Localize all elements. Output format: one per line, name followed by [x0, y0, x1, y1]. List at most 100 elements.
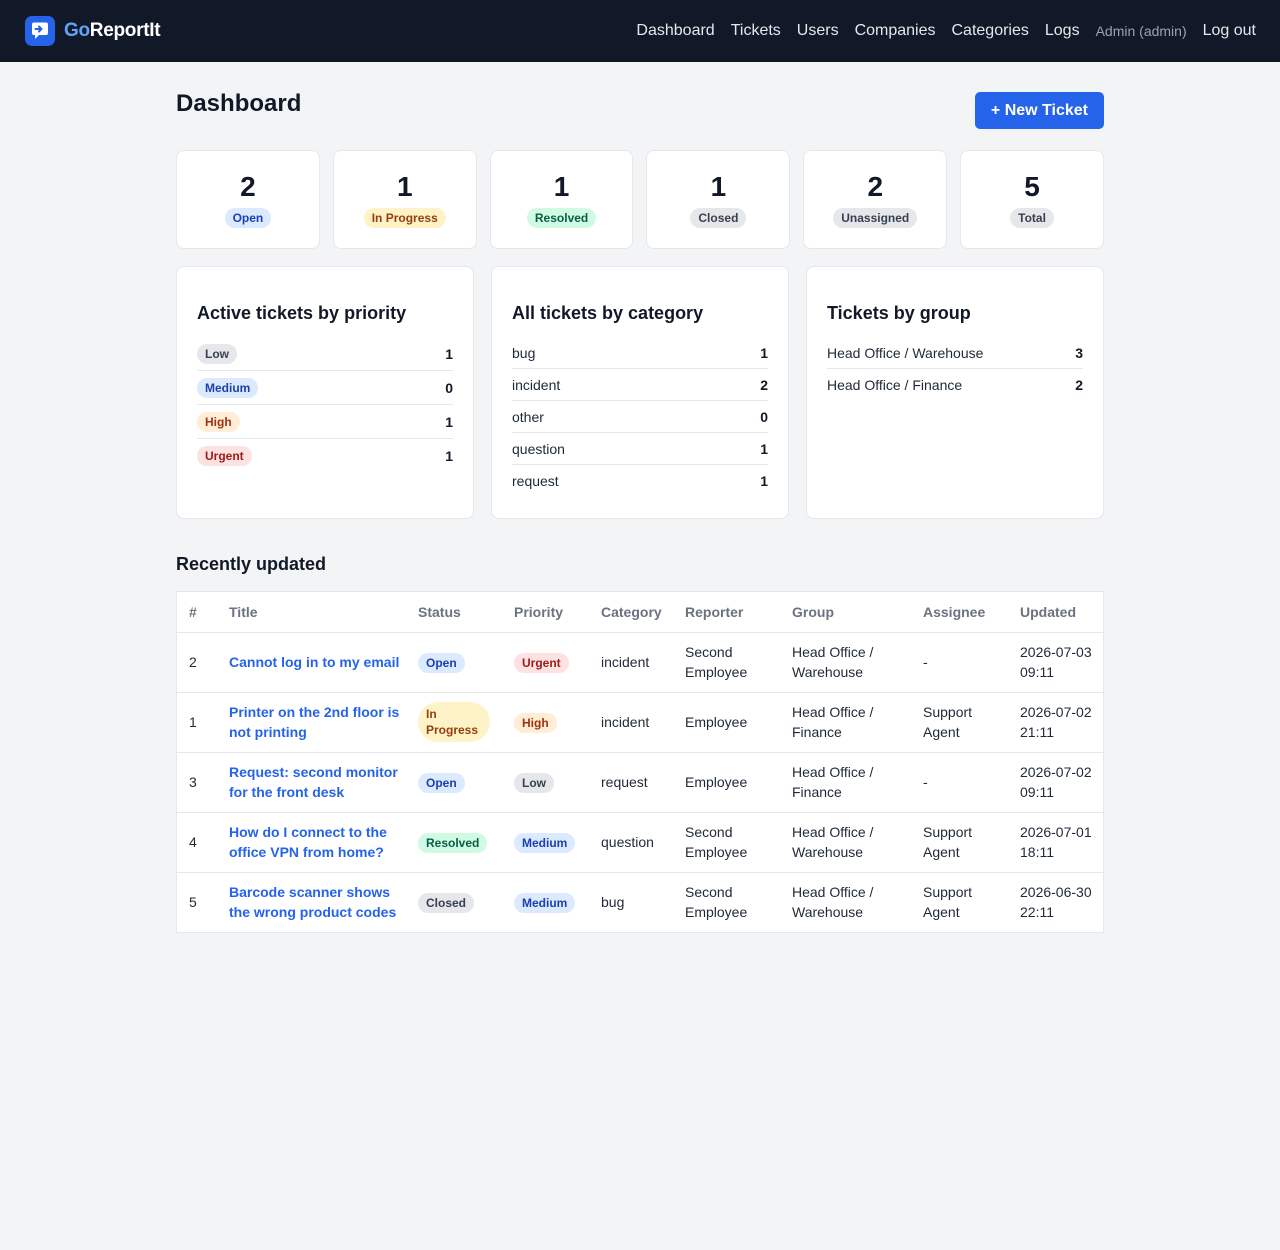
stats-row: 2 Open 1 In Progress 1 Resolved 1 Closed…: [176, 150, 1104, 249]
priority-panel: Active tickets by priority Low 1 Medium …: [176, 266, 474, 519]
status-badge: Resolved: [418, 832, 488, 853]
priority-badge: High: [514, 712, 557, 733]
ticket-updated: 2026-07-02 21:11: [1012, 692, 1103, 753]
ticket-reporter: Second Employee: [677, 632, 784, 693]
nav-users[interactable]: Users: [797, 22, 839, 40]
priority-badge: Urgent: [514, 652, 569, 673]
page-title: Dashboard: [176, 90, 302, 117]
col-header-title: Title: [221, 592, 410, 633]
col-header-status: Status: [410, 592, 506, 633]
ticket-group: Head Office / Warehouse: [784, 812, 915, 873]
category-label: incident: [512, 376, 561, 393]
stat-value: 1: [553, 171, 570, 202]
brand-name: GoReportIt: [64, 20, 161, 41]
row-count: 2: [760, 376, 768, 393]
logout-link[interactable]: Log out: [1203, 22, 1256, 40]
table-header-row: # Title Status Priority Category Reporte…: [177, 592, 1103, 633]
ticket-id: 3: [177, 752, 221, 813]
ticket-group: Head Office / Finance: [784, 692, 915, 753]
group-label: Head Office / Finance: [827, 377, 963, 393]
ticket-assignee: Support Agent: [915, 692, 1012, 753]
category-label: bug: [512, 344, 536, 361]
ticket-reporter: Employee: [677, 752, 784, 813]
row-count: 3: [1075, 344, 1083, 361]
group-row: Head Office / Warehouse 3: [827, 337, 1083, 369]
table-row: 2 Cannot log in to my email Open Urgent …: [177, 632, 1103, 693]
ticket-title-link[interactable]: Barcode scanner shows the wrong product …: [229, 884, 396, 920]
panel-title: Active tickets by priority: [197, 303, 407, 323]
nav-categories[interactable]: Categories: [952, 22, 1029, 40]
priority-badge: Low: [514, 772, 554, 793]
priority-row-high: High 1: [197, 405, 453, 439]
ticket-id: 5: [189, 894, 197, 911]
col-header-priority: Priority: [506, 592, 593, 633]
stat-card-total: 5 Total: [960, 150, 1104, 249]
priority-row-urgent: Urgent 1: [197, 439, 453, 473]
summary-panels: Active tickets by priority Low 1 Medium …: [176, 266, 1104, 519]
ticket-reporter: Second Employee: [685, 884, 748, 921]
table-row: 3 Request: second monitor for the front …: [177, 752, 1103, 813]
status-badge: In Progress: [418, 702, 490, 742]
ticket-category: incident: [593, 692, 677, 753]
current-user: Admin (admin): [1095, 23, 1187, 39]
col-header-category: Category: [593, 592, 677, 633]
ticket-title-link[interactable]: Printer on the 2nd floor is not printing: [229, 704, 399, 740]
stat-card-open: 2 Open: [176, 150, 320, 249]
category-row: request 1: [512, 465, 768, 497]
ticket-updated: 2026-07-01 18:11: [1012, 812, 1103, 873]
ticket-title-link[interactable]: Cannot log in to my email: [229, 654, 399, 670]
ticket-id: 2: [177, 632, 221, 693]
ticket-category: request: [593, 752, 677, 813]
ticket-reporter: Second Employee: [677, 812, 784, 873]
category-row: incident 2: [512, 369, 768, 401]
stat-card-in-progress: 1 In Progress: [332, 150, 477, 249]
row-count: 0: [760, 408, 768, 425]
ticket-assignee: -: [915, 632, 1012, 693]
row-count: 2: [1075, 377, 1083, 393]
category-label: other: [512, 408, 544, 425]
status-badge: Total: [1010, 208, 1054, 228]
row-count: 1: [445, 448, 453, 464]
category-row: bug 1: [512, 337, 768, 369]
page-header: Dashboard + New Ticket: [176, 90, 1104, 150]
ticket-category: bug: [601, 894, 625, 911]
table-row: 1 Printer on the 2nd floor is not printi…: [177, 692, 1103, 753]
stat-card-closed: 1 Closed: [646, 150, 791, 249]
ticket-title-link[interactable]: How do I connect to the office VPN from …: [229, 824, 387, 860]
brand[interactable]: GoReportIt: [25, 16, 161, 46]
category-panel: All tickets by category bug 1 incident 2…: [491, 266, 789, 519]
nav-dashboard[interactable]: Dashboard: [636, 22, 714, 40]
recent-title: Recently updated: [176, 554, 327, 574]
category-label: request: [512, 473, 559, 489]
priority-badge: Medium: [514, 832, 576, 853]
status-badge: Closed: [418, 892, 475, 913]
col-header-updated: Updated: [1012, 592, 1103, 633]
nav-tickets[interactable]: Tickets: [731, 22, 781, 40]
stat-value: 2: [867, 171, 884, 202]
ticket-title-link[interactable]: Request: second monitor for the front de…: [229, 764, 398, 800]
status-badge: Resolved: [526, 208, 597, 228]
ticket-updated: 2026-07-02 09:11: [1012, 752, 1103, 813]
nav-logs[interactable]: Logs: [1045, 22, 1080, 40]
ticket-category: question: [593, 812, 677, 873]
nav-companies[interactable]: Companies: [855, 22, 936, 40]
stat-card-resolved: 1 Resolved: [489, 150, 634, 249]
recent-table: # Title Status Priority Category Reporte…: [176, 591, 1104, 933]
status-badge: Open: [224, 208, 272, 228]
status-badge: Closed: [690, 208, 747, 228]
category-row: other 0: [512, 401, 768, 433]
nav-links: Dashboard Tickets Users Companies Catego…: [636, 22, 1256, 40]
group-row: Head Office / Finance 2: [827, 369, 1083, 401]
row-count: 1: [760, 473, 768, 489]
ticket-group: Head Office / Warehouse: [784, 632, 915, 693]
ticket-group: Head Office / Finance: [784, 752, 915, 813]
stat-card-unassigned: 2 Unassigned: [803, 150, 948, 249]
panel-title: All tickets by category: [512, 303, 704, 323]
ticket-updated: 2026-06-30 22:11: [1020, 884, 1092, 921]
row-count: 1: [445, 345, 453, 362]
new-ticket-button[interactable]: + New Ticket: [974, 92, 1104, 129]
row-count: 0: [445, 379, 453, 396]
category-label: question: [512, 440, 565, 457]
col-header-reporter: Reporter: [677, 592, 784, 633]
table-row: 4 How do I connect to the office VPN fro…: [177, 812, 1103, 873]
